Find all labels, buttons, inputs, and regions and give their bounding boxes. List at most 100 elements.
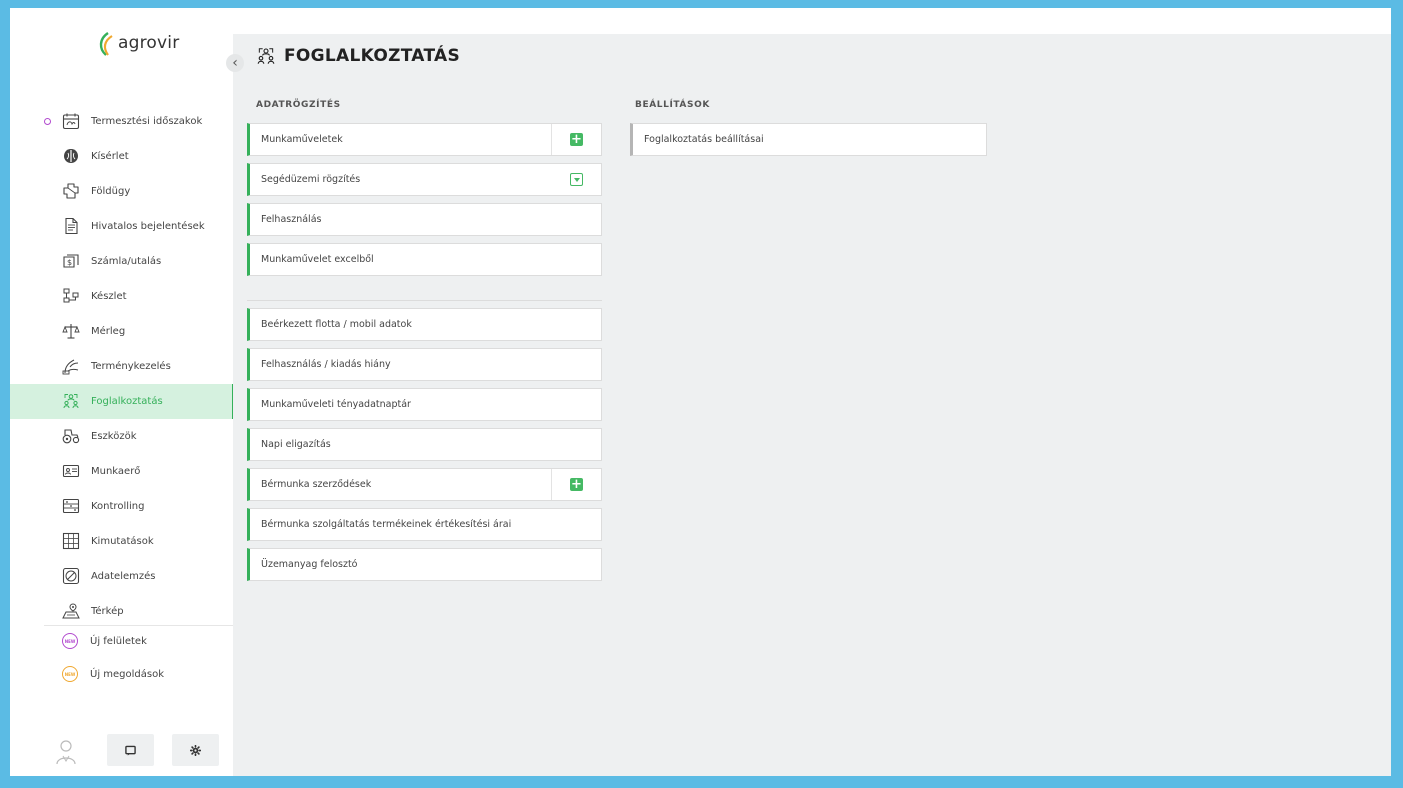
logo-text: agrovir <box>118 33 180 53</box>
logo-leaf-icon <box>99 32 113 56</box>
card-munkamuveletek[interactable]: Munkaműveletek + <box>247 123 602 156</box>
chat-button[interactable] <box>107 734 154 766</box>
sidebar-item-foglalkoztatas[interactable]: Foglalkoztatás <box>10 384 235 419</box>
add-munkamuvelet-button[interactable]: + <box>551 124 601 155</box>
card-label: Felhasználás / kiadás hiány <box>261 359 391 370</box>
sidebar-item-label: Munkaerő <box>91 466 141 477</box>
card-label: Bérmunka szolgáltatás termékeinek értéke… <box>261 519 512 530</box>
sidebar-item-label: Termesztési időszakok <box>91 116 203 127</box>
add-bermunka-szerzodes-button[interactable]: + <box>551 469 601 500</box>
sidebar-item-label: Hivatalos bejelentések <box>91 221 205 232</box>
map-icon <box>62 603 80 619</box>
sidebar-item-label: Foglalkoztatás <box>91 396 163 407</box>
card-label: Foglalkoztatás beállításai <box>644 134 764 145</box>
employment-icon <box>257 48 275 64</box>
card-beerkezett-flotta[interactable]: Beérkezett flotta / mobil adatok <box>247 308 602 341</box>
sidebar-item-label: Eszközök <box>91 431 137 442</box>
sidebar-item-label: Új megoldások <box>90 668 165 680</box>
card-label: Bérmunka szerződések <box>261 479 372 490</box>
card-label: Munkaművelet excelből <box>261 254 374 265</box>
land-icon <box>63 183 79 199</box>
user-avatar-icon[interactable] <box>55 738 77 766</box>
sidebar-item-label: Térkép <box>91 606 124 617</box>
tractor-icon <box>62 429 80 444</box>
card-label: Üzemanyag felosztó <box>261 559 358 570</box>
id-card-icon <box>62 464 80 478</box>
card-munkamuveleti-tenyadatnaptar[interactable]: Munkaműveleti tényadatnaptár <box>247 388 602 421</box>
chat-icon <box>125 745 136 756</box>
page-header: FOGLALKOZTATÁS <box>256 46 460 66</box>
document-icon <box>65 217 78 235</box>
sidebar: agrovir Termesztési időszakok Kísérlet F… <box>10 8 235 776</box>
sidebar-item-munkaero[interactable]: Munkaerő <box>10 454 233 489</box>
sidebar-item-label: Mérleg <box>91 326 126 337</box>
analysis-icon <box>62 567 80 585</box>
plus-icon: + <box>570 477 583 492</box>
card-foglalkoztatas-beallitasai[interactable]: Foglalkoztatás beállításai <box>630 123 987 156</box>
sidebar-separator <box>44 625 233 626</box>
sidebar-item-uj-megoldasok[interactable]: NEW Új megoldások <box>62 664 164 684</box>
card-label: Munkaműveleti tényadatnaptár <box>261 399 411 410</box>
plus-icon: + <box>570 132 583 147</box>
new-badge-icon: NEW <box>62 666 78 682</box>
card-label: Beérkezett flotta / mobil adatok <box>261 319 412 330</box>
sidebar-item-termenykezeles[interactable]: Terménykezelés <box>10 349 233 384</box>
card-felhasznalas-kiadas-hiany[interactable]: Felhasználás / kiadás hiány <box>247 348 602 381</box>
chevron-down-icon <box>570 173 583 186</box>
card-bermunka-szerzodesek[interactable]: Bérmunka szerződések + <box>247 468 602 501</box>
collapse-sidebar-button[interactable]: ‹ <box>226 54 244 72</box>
sidebar-item-keszlet[interactable]: Készlet <box>10 279 233 314</box>
sidebar-item-label: Készlet <box>91 291 127 302</box>
card-segeduzemi-rogzites[interactable]: Segédüzemi rögzítés <box>247 163 602 196</box>
card-label: Munkaműveletek <box>261 134 343 145</box>
sidebar-item-label: Kimutatások <box>91 536 154 547</box>
sidebar-item-label: Kontrolling <box>91 501 145 512</box>
sidebar-item-label: Földügy <box>91 186 131 197</box>
sidebar-item-hivatalos-bejelentesek[interactable]: Hivatalos bejelentések <box>10 209 233 244</box>
invoice-icon: $ <box>63 254 79 268</box>
stock-icon <box>63 288 79 303</box>
crop-icon <box>62 359 79 375</box>
card-label: Felhasználás <box>261 214 322 225</box>
sidebar-item-label: Adatelemzés <box>91 571 156 582</box>
sidebar-item-kiserlet[interactable]: Kísérlet <box>10 139 233 174</box>
status-dot <box>44 118 51 125</box>
sidebar-item-merleg[interactable]: Mérleg <box>10 314 233 349</box>
experiment-icon <box>64 149 78 163</box>
card-napi-eligazitas[interactable]: Napi eligazítás <box>247 428 602 461</box>
sidebar-item-uj-feluletek[interactable]: NEW Új felületek <box>62 631 147 651</box>
sidebar-item-foldugy[interactable]: Földügy <box>10 174 233 209</box>
calendar-icon <box>62 113 80 130</box>
card-bermunka-szolgaltatas-arai[interactable]: Bérmunka szolgáltatás termékeinek értéke… <box>247 508 602 541</box>
card-felhasznalas[interactable]: Felhasználás <box>247 203 602 236</box>
new-badge-icon: NEW <box>62 633 78 649</box>
card-label: Segédüzemi rögzítés <box>261 174 361 185</box>
section-title-beallitasok: BEÁLLÍTÁSOK <box>635 100 710 110</box>
sidebar-item-termesztesi-idoszakok[interactable]: Termesztési időszakok <box>10 104 233 139</box>
scale-icon <box>62 324 80 339</box>
sidebar-item-label: Számla/utalás <box>91 256 162 267</box>
expand-segeduzemi-button[interactable] <box>552 164 601 195</box>
section-title-adatrogzites: ADATRÖGZÍTÉS <box>256 100 341 110</box>
card-munkamuvelet-excelbol[interactable]: Munkaművelet excelből <box>247 243 602 276</box>
sidebar-nav: Termesztési időszakok Kísérlet Földügy H… <box>10 104 235 629</box>
sidebar-item-eszkozok[interactable]: Eszközök <box>10 419 233 454</box>
sidebar-item-terkep[interactable]: Térkép <box>10 594 233 629</box>
sidebar-item-szamla-utalas[interactable]: $ Számla/utalás <box>10 244 233 279</box>
logo[interactable]: agrovir <box>96 28 179 58</box>
report-icon <box>62 532 80 550</box>
gear-icon <box>190 744 201 756</box>
svg-text:$: $ <box>67 258 72 267</box>
section-divider <box>247 300 602 301</box>
sidebar-item-adatelemzes[interactable]: Adatelemzés <box>10 559 233 594</box>
card-label: Napi eligazítás <box>261 439 331 450</box>
sidebar-item-kimutatasok[interactable]: Kimutatások <box>10 524 233 559</box>
page-title: FOGLALKOZTATÁS <box>284 46 461 66</box>
settings-button[interactable] <box>172 734 219 766</box>
card-uzemanyag-feloszto[interactable]: Üzemanyag felosztó <box>247 548 602 581</box>
employment-icon <box>63 394 79 409</box>
sidebar-item-label: Új felületek <box>90 635 147 647</box>
sidebar-item-kontrolling[interactable]: Kontrolling <box>10 489 233 524</box>
app-window: agrovir Termesztési időszakok Kísérlet F… <box>10 8 1391 776</box>
controlling-icon <box>62 498 80 514</box>
